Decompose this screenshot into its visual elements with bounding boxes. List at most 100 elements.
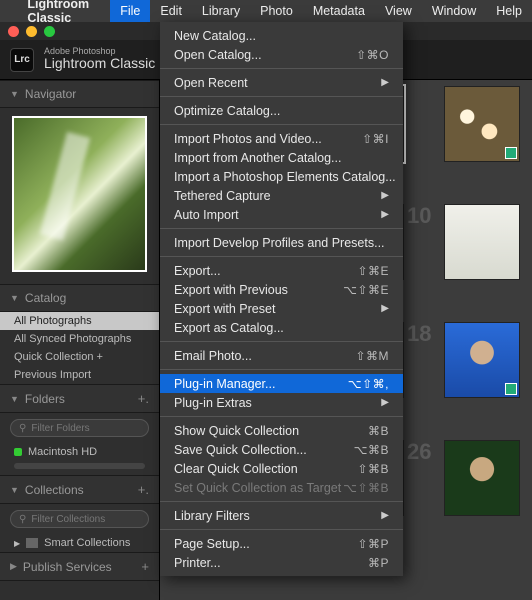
catalog-item[interactable]: Quick Collection + xyxy=(0,348,159,366)
menu-separator xyxy=(160,369,403,370)
disclosure-icon: ▼ xyxy=(10,394,19,404)
menu-item[interactable]: Email Photo...⇧⌘M xyxy=(160,346,403,365)
minimize-window-icon[interactable] xyxy=(26,26,37,37)
menu-item-label: Import a Photoshop Elements Catalog... xyxy=(174,170,396,184)
menu-item[interactable]: New Catalog... xyxy=(160,26,403,45)
menu-item-label: Plug-in Manager... xyxy=(174,377,348,391)
menubar-app-name[interactable]: Lightroom Classic xyxy=(17,0,110,25)
close-window-icon[interactable] xyxy=(8,26,19,37)
menu-item-label: Tethered Capture xyxy=(174,189,381,203)
submenu-arrow-icon: ▶ xyxy=(381,190,389,201)
menu-item-shortcut: ⇧⌘E xyxy=(357,264,389,278)
menu-item[interactable]: Library Filters▶ xyxy=(160,506,403,525)
panel-navigator-label: Navigator xyxy=(25,87,76,101)
thumbnail[interactable] xyxy=(444,86,520,162)
menu-item-label: Open Recent xyxy=(174,76,381,90)
menu-edit[interactable]: Edit xyxy=(150,0,192,22)
flag-badge-icon xyxy=(505,383,517,395)
panel-catalog-label: Catalog xyxy=(25,291,66,305)
menu-separator xyxy=(160,416,403,417)
menu-item[interactable]: Import Photos and Video...⇧⌘I xyxy=(160,129,403,148)
menu-item[interactable]: Show Quick Collection⌘B xyxy=(160,421,403,440)
menu-item-label: Import Develop Profiles and Presets... xyxy=(174,236,389,250)
menu-item[interactable]: Export with Preset▶ xyxy=(160,299,403,318)
menu-help[interactable]: Help xyxy=(486,0,532,22)
folders-filter-input[interactable]: ⚲ Filter Folders xyxy=(10,419,149,437)
menu-item-label: Email Photo... xyxy=(174,349,355,363)
menu-item-label: Import Photos and Video... xyxy=(174,132,362,146)
navigator-preview[interactable] xyxy=(12,116,147,272)
menu-item-label: Export with Previous xyxy=(174,283,343,297)
add-publish-icon[interactable]: + xyxy=(141,559,149,574)
menu-item[interactable]: Open Recent▶ xyxy=(160,73,403,92)
collections-filter-input[interactable]: ⚲ Filter Collections xyxy=(10,510,149,528)
menu-item[interactable]: Tethered Capture▶ xyxy=(160,186,403,205)
thumbnail[interactable] xyxy=(444,204,520,280)
menu-photo[interactable]: Photo xyxy=(250,0,303,22)
menu-item-label: Open Catalog... xyxy=(174,48,356,62)
thumbnail[interactable] xyxy=(444,440,520,516)
menu-item-shortcut: ⌘P xyxy=(368,556,389,570)
menu-item[interactable]: Save Quick Collection...⌥⌘B xyxy=(160,440,403,459)
catalog-item[interactable]: All Photographs xyxy=(0,312,159,330)
menu-item[interactable]: Import Develop Profiles and Presets... xyxy=(160,233,403,252)
menu-item[interactable]: Import a Photoshop Elements Catalog... xyxy=(160,167,403,186)
submenu-arrow-icon: ▶ xyxy=(381,397,389,408)
menu-item-shortcut: ⌘B xyxy=(368,424,389,438)
catalog-item[interactable]: Previous Import xyxy=(0,366,159,384)
menu-item-shortcut: ⇧⌘B xyxy=(357,462,389,476)
menu-item[interactable]: Export with Previous⌥⇧⌘E xyxy=(160,280,403,299)
menu-item-label: Set Quick Collection as Target xyxy=(174,481,343,495)
disclosure-icon: ▶ xyxy=(10,561,17,572)
os-menubar: Lightroom Classic File Edit Library Phot… xyxy=(0,0,532,22)
menu-item[interactable]: Open Catalog...⇧⌘O xyxy=(160,45,403,64)
menu-item-label: Optimize Catalog... xyxy=(174,104,389,118)
collection-row[interactable]: ▶ Smart Collections xyxy=(0,534,159,552)
menu-window[interactable]: Window xyxy=(422,0,486,22)
row-number: 26 xyxy=(407,439,431,465)
menu-item[interactable]: Plug-in Manager...⌥⇧⌘, xyxy=(160,374,403,393)
menu-item-label: Page Setup... xyxy=(174,537,357,551)
panel-publish-header[interactable]: ▶ Publish Services + xyxy=(0,552,159,581)
menu-view[interactable]: View xyxy=(375,0,422,22)
menu-item[interactable]: Export as Catalog... xyxy=(160,318,403,337)
add-collection-icon[interactable]: +. xyxy=(138,482,149,497)
menu-metadata[interactable]: Metadata xyxy=(303,0,375,22)
menu-separator xyxy=(160,256,403,257)
disclosure-icon: ▼ xyxy=(10,485,19,495)
zoom-window-icon[interactable] xyxy=(44,26,55,37)
search-icon: ⚲ xyxy=(19,423,26,434)
menu-item[interactable]: Export...⇧⌘E xyxy=(160,261,403,280)
folder-drive[interactable]: Macintosh HD xyxy=(0,443,159,461)
menu-file[interactable]: File xyxy=(110,0,150,22)
panel-folders-header[interactable]: ▼ Folders +. xyxy=(0,384,159,413)
smart-collections-label: Smart Collections xyxy=(44,537,130,549)
menu-item-label: Plug-in Extras xyxy=(174,396,381,410)
add-folder-icon[interactable]: +. xyxy=(138,391,149,406)
menu-item[interactable]: Auto Import▶ xyxy=(160,205,403,224)
panel-navigator-header[interactable]: ▼ Navigator xyxy=(0,80,159,108)
menu-item-label: Export with Preset xyxy=(174,302,381,316)
menu-item[interactable]: Import from Another Catalog... xyxy=(160,148,403,167)
menu-separator xyxy=(160,96,403,97)
menu-item[interactable]: Clear Quick Collection⇧⌘B xyxy=(160,459,403,478)
menu-item-label: Export as Catalog... xyxy=(174,321,389,335)
panel-collections-header[interactable]: ▼ Collections +. xyxy=(0,475,159,504)
menu-item: Set Quick Collection as Target⌥⇧⌘B xyxy=(160,478,403,497)
menu-item[interactable]: Plug-in Extras▶ xyxy=(160,393,403,412)
menu-separator xyxy=(160,68,403,69)
collections-filter-placeholder: Filter Collections xyxy=(31,514,105,525)
menu-separator xyxy=(160,529,403,530)
panel-collections-label: Collections xyxy=(25,483,84,497)
catalog-item[interactable]: All Synced Photographs xyxy=(0,330,159,348)
disclosure-icon: ▶ xyxy=(14,539,20,548)
menu-item-shortcut: ⌥⇧⌘B xyxy=(343,481,389,495)
menu-item-label: Import from Another Catalog... xyxy=(174,151,389,165)
thumbnail[interactable] xyxy=(444,322,520,398)
menu-item[interactable]: Optimize Catalog... xyxy=(160,101,403,120)
menu-item[interactable]: Page Setup...⇧⌘P xyxy=(160,534,403,553)
menu-item[interactable]: Printer...⌘P xyxy=(160,553,403,572)
menu-separator xyxy=(160,228,403,229)
panel-catalog-header[interactable]: ▼ Catalog xyxy=(0,284,159,312)
menu-library[interactable]: Library xyxy=(192,0,250,22)
